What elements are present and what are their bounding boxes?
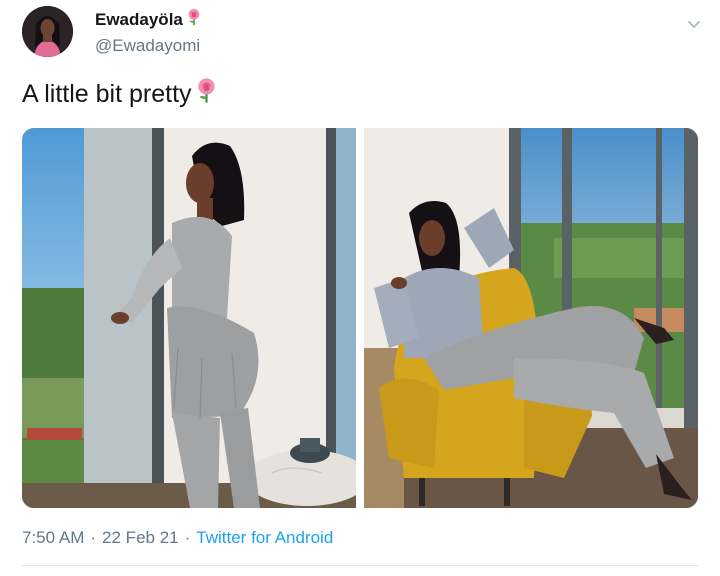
user-handle[interactable]: @Ewadayomi: [95, 36, 200, 56]
display-name-row[interactable]: Ewadayöla: [95, 8, 203, 31]
tweet-meta: 7:50 AM · 22 Feb 21 · Twitter for Androi…: [22, 528, 333, 548]
meta-separator: ·: [184, 528, 191, 547]
tweet-text: A little bit pretty: [22, 77, 220, 111]
tweet-photo-1[interactable]: [22, 128, 356, 508]
tweet-date[interactable]: 22 Feb 21: [102, 528, 179, 548]
tweet-photo-2[interactable]: [364, 128, 698, 508]
meta-separator: ·: [90, 528, 97, 547]
tweet-time[interactable]: 7:50 AM: [22, 528, 84, 548]
display-name[interactable]: Ewadayöla: [95, 10, 183, 30]
divider: [22, 565, 698, 566]
rose-icon: [193, 77, 220, 111]
avatar[interactable]: [22, 6, 73, 57]
rose-icon: [185, 8, 203, 31]
chevron-down-icon[interactable]: [684, 14, 704, 34]
tweet-text-body: A little bit pretty: [22, 79, 192, 108]
tweet-source-link[interactable]: Twitter for Android: [196, 528, 333, 548]
